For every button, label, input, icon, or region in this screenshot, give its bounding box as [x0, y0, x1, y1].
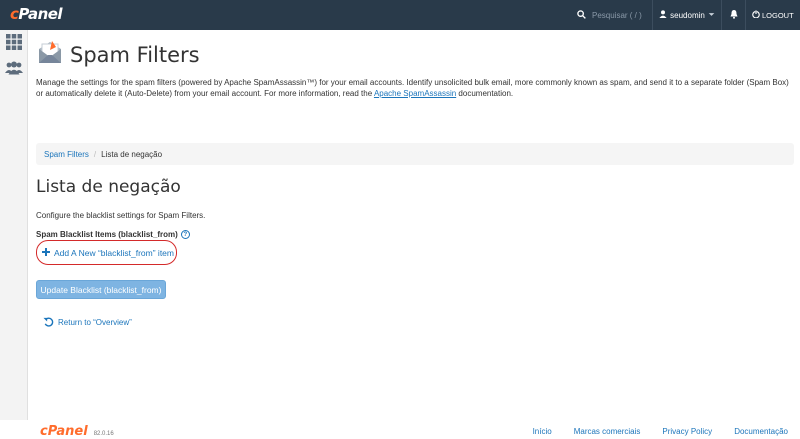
return-link-label: Return to “Overview” — [58, 318, 132, 327]
page-description: Manage the settings for the spam filters… — [36, 77, 794, 99]
user-menu[interactable]: seudomin — [652, 0, 722, 30]
users-icon — [5, 61, 23, 80]
version-number: 82.0.16 — [93, 431, 114, 437]
page-header: Spam Filters — [36, 38, 200, 71]
search-box[interactable]: Pesquisar ( / ) — [567, 0, 647, 30]
search-input[interactable]: Pesquisar ( / ) — [592, 11, 642, 20]
update-blacklist-button[interactable]: Update Blacklist (blacklist_from) — [36, 280, 166, 299]
breadcrumb-spam-filters[interactable]: Spam Filters — [44, 150, 89, 159]
sidebar — [0, 30, 28, 420]
search-icon — [577, 6, 586, 24]
plus-icon — [42, 248, 50, 258]
spam-filter-icon — [36, 38, 64, 71]
logout-button[interactable]: LOGOUT — [752, 0, 794, 30]
notifications-button[interactable] — [722, 0, 746, 30]
add-blacklist-item-link[interactable]: Add A New “blacklist_from” item — [42, 248, 174, 258]
breadcrumb: Spam Filters / Lista de negação — [36, 143, 794, 165]
logo-text: Panel — [18, 5, 63, 23]
main-content: Spam Filters Manage the settings for the… — [28, 30, 800, 439]
footer-link-docs[interactable]: Documentação — [734, 427, 788, 436]
sidebar-item-users[interactable] — [0, 56, 28, 84]
blacklist-field-label: Spam Blacklist Items (blacklist_from) ? — [36, 230, 190, 239]
grid-icon — [6, 33, 22, 55]
breadcrumb-separator: / — [93, 149, 97, 159]
footer-links: Início Marcas comerciais Privacy Policy … — [533, 427, 788, 436]
user-icon — [659, 10, 667, 20]
section-description: Configure the blacklist settings for Spa… — [36, 211, 206, 220]
caret-down-icon — [708, 11, 715, 20]
page-title: Spam Filters — [70, 42, 200, 67]
footer-brand: cPanel 82.0.16 — [40, 424, 114, 439]
help-icon[interactable]: ? — [180, 230, 190, 239]
undo-icon — [43, 316, 54, 329]
field-label-text: Spam Blacklist Items (blacklist_from) — [36, 230, 178, 239]
add-link-label: Add A New “blacklist_from” item — [54, 248, 174, 258]
spamassassin-doc-link[interactable]: Apache SpamAssassin — [374, 89, 456, 98]
top-navbar: cPanel Pesquisar ( / ) seudomin LOGOUT — [0, 0, 800, 30]
breadcrumb-current: Lista de negação — [101, 149, 163, 159]
footer-link-home[interactable]: Início — [533, 427, 552, 436]
bell-icon — [729, 6, 739, 24]
footer-link-trademarks[interactable]: Marcas comerciais — [574, 427, 641, 436]
footer-logo: cPanel — [40, 424, 88, 439]
logout-label: LOGOUT — [762, 10, 794, 20]
logout-icon — [752, 10, 760, 20]
cpanel-logo[interactable]: cPanel — [10, 5, 63, 23]
username: seudomin — [670, 10, 705, 20]
section-title: Lista de negação — [36, 177, 181, 197]
sidebar-item-home[interactable] — [0, 30, 28, 58]
intro-end: documentation. — [456, 89, 514, 98]
footer-link-privacy[interactable]: Privacy Policy — [662, 427, 712, 436]
return-overview-link[interactable]: Return to “Overview” — [43, 316, 132, 329]
